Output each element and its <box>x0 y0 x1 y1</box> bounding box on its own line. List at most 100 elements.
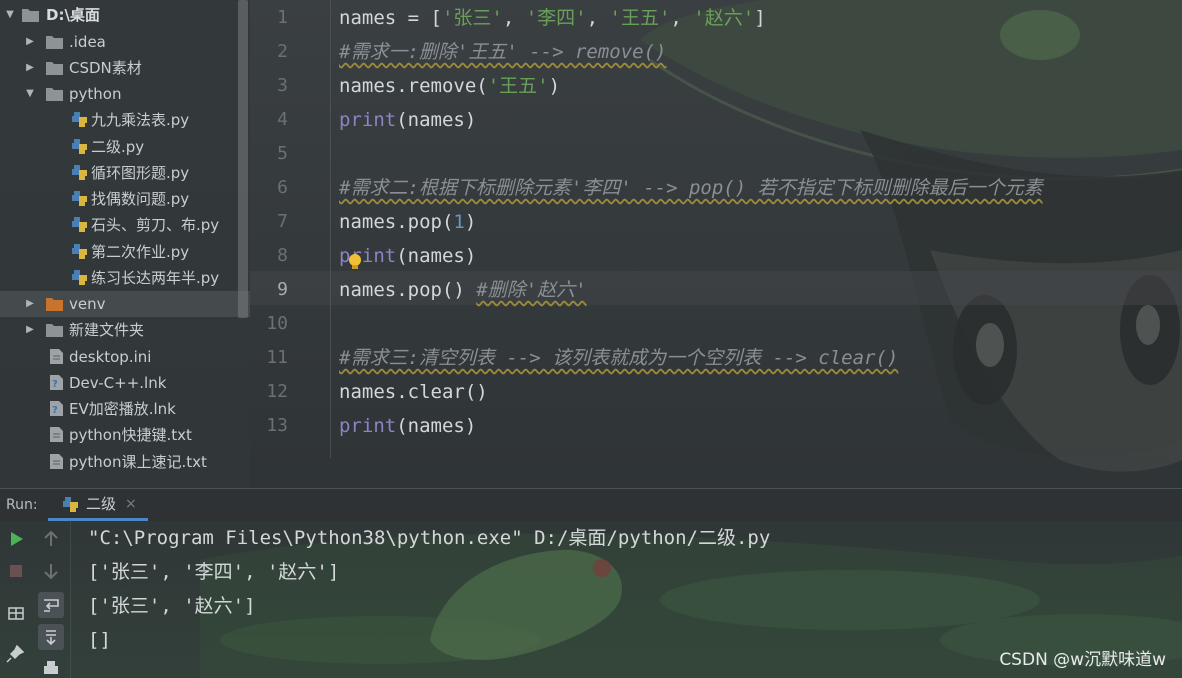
tree-root[interactable]: ▼ D:\桌面 <box>0 2 250 28</box>
tree-item-file[interactable]: 第二次作业.py <box>0 239 250 265</box>
code-line[interactable]: names.pop(1) <box>339 205 476 239</box>
tree-item-file[interactable]: desktop.ini <box>0 344 250 370</box>
link-file-icon: ? <box>50 401 63 416</box>
tree-item-venv[interactable]: ▶ venv <box>0 291 250 317</box>
python-file-icon <box>72 191 87 206</box>
chevron-right-icon[interactable]: ▶ <box>24 55 36 81</box>
code-line[interactable]: print(names) <box>339 103 476 137</box>
tree-item-label: 循环图形题.py <box>91 164 190 182</box>
tree-item-label: desktop.ini <box>69 348 152 366</box>
chevron-down-icon[interactable]: ▼ <box>24 81 36 107</box>
run-tab[interactable]: 二级 × <box>48 489 148 521</box>
svg-text:?: ? <box>52 379 58 390</box>
code-token: print <box>339 109 397 131</box>
line-number: 12 <box>266 381 288 402</box>
tree-item-label: venv <box>69 295 106 313</box>
tree-item-file[interactable]: ? EV加密播放.lnk <box>0 396 250 422</box>
line-number: 5 <box>277 143 288 164</box>
tree-item-file[interactable]: 循环图形题.py <box>0 160 250 186</box>
code-line[interactable]: #需求二:根据下标删除元素'李四' --> pop() 若不指定下标则删除最后一… <box>339 171 1043 205</box>
close-icon[interactable]: × <box>125 489 137 519</box>
tree-item-file[interactable]: 九九乘法表.py <box>0 107 250 133</box>
line-number: 13 <box>266 415 288 436</box>
code-line[interactable]: print(names) <box>339 409 476 443</box>
tree-item-file[interactable]: python快捷键.txt <box>0 422 250 448</box>
tree-item-file[interactable]: 练习长达两年半.py <box>0 265 250 291</box>
sidebar-scrollbar[interactable] <box>238 0 248 318</box>
tree-item-file[interactable]: 找偶数问题.py <box>0 186 250 212</box>
code-line[interactable]: names.remove('王五') <box>339 69 560 103</box>
code-token: (names) <box>396 245 477 267</box>
tree-root-label: D:\桌面 <box>46 6 100 24</box>
soft-wrap-icon[interactable] <box>38 592 64 618</box>
text-file-icon <box>50 427 63 442</box>
tree-item-label: EV加密播放.lnk <box>69 400 176 418</box>
code-token: '张三' <box>441 7 503 29</box>
code-token: #需求二:根据下标删除元素'李四' --> pop() 若不指定下标则删除最后一… <box>339 177 1043 199</box>
code-line[interactable]: names = ['张三', '李四', '王五', '赵六'] <box>339 1 766 35</box>
line-number: 1 <box>277 7 288 28</box>
tree-item-python[interactable]: ▼ python <box>0 81 250 107</box>
code-token: #删除'赵六' <box>476 279 587 301</box>
scroll-down-icon[interactable] <box>38 558 64 584</box>
text-file-icon <box>50 349 63 364</box>
code-token: '王五' <box>487 75 549 97</box>
console-line: [] <box>88 629 111 651</box>
tree-item-label: python快捷键.txt <box>69 426 192 444</box>
tree-item-file[interactable]: ? Dev-C++.lnk <box>0 370 250 396</box>
tree-item-new-folder[interactable]: ▶ 新建文件夹 <box>0 317 250 343</box>
chevron-right-icon[interactable]: ▶ <box>24 29 36 55</box>
run-label: Run: <box>6 497 38 513</box>
code-line[interactable]: names.clear() <box>339 375 488 409</box>
tree-item-label: 第二次作业.py <box>91 243 190 261</box>
rerun-icon[interactable] <box>3 526 29 552</box>
python-file-icon <box>72 139 87 154</box>
code-token: ) <box>548 75 561 97</box>
folder-icon <box>46 298 63 311</box>
tree-item-label: 找偶数问题.py <box>91 190 190 208</box>
code-token: names.clear() <box>339 381 488 403</box>
run-panel-header: Run: 二级 × <box>0 488 1182 521</box>
pin-icon[interactable] <box>3 640 29 666</box>
code-token: (names) <box>396 109 477 131</box>
text-file-icon <box>50 454 63 469</box>
code-token: 1 <box>453 211 465 233</box>
tree-item-idea[interactable]: ▶ .idea <box>0 29 250 55</box>
stop-icon[interactable] <box>3 558 29 584</box>
console-line: "C:\Program Files\Python38\python.exe" D… <box>88 527 771 549</box>
print-icon[interactable] <box>38 656 64 678</box>
chevron-right-icon[interactable]: ▶ <box>24 291 36 317</box>
tree-item-csdn[interactable]: ▶ CSDN素材 <box>0 55 250 81</box>
tree-item-file[interactable]: 石头、剪刀、布.py <box>0 212 250 238</box>
line-number: 6 <box>277 177 288 198</box>
code-line[interactable]: #需求三:清空列表 --> 该列表就成为一个空列表 --> clear() <box>339 341 898 375</box>
tree-item-label: 二级.py <box>91 138 145 156</box>
layout-icon[interactable] <box>3 600 29 626</box>
python-file-icon <box>72 270 87 285</box>
watermark: CSDN @w沉默味道w <box>999 650 1166 670</box>
line-number: 4 <box>277 109 288 130</box>
tree-item-file[interactable]: 二级.py <box>0 134 250 160</box>
tree-item-file[interactable]: python课上速记.txt <box>0 449 250 475</box>
folder-icon <box>46 324 63 337</box>
line-number: 8 <box>277 245 288 266</box>
lightbulb-icon[interactable] <box>348 253 362 271</box>
chevron-right-icon[interactable]: ▶ <box>24 317 36 343</box>
console-line: ['张三', '赵六'] <box>88 595 256 617</box>
svg-text:?: ? <box>52 405 58 416</box>
code-line[interactable]: names.pop() #删除'赵六' <box>339 273 587 307</box>
python-file-icon <box>72 217 87 232</box>
scroll-up-icon[interactable] <box>38 526 64 552</box>
ide-window: ▼ D:\桌面 ▶ .idea ▶ CSDN素材 ▼ python 九九乘法表.… <box>0 0 1182 678</box>
editor-gutter[interactable]: 1 2 3 4 5 6 7 8 9 10 11 12 13 <box>250 0 331 458</box>
line-number: 10 <box>266 313 288 334</box>
chevron-down-icon[interactable]: ▼ <box>4 2 16 28</box>
run-toolbar <box>0 520 71 678</box>
scroll-to-end-icon[interactable] <box>38 624 64 650</box>
code-token: (names) <box>396 415 477 437</box>
code-line[interactable]: #需求一:删除'王五' --> remove() <box>339 35 666 69</box>
code-editor[interactable]: 1 2 3 4 5 6 7 8 9 10 11 12 13 names = ['张三', '李四', '… <box>250 0 1182 458</box>
code-token: names = [ <box>339 7 442 29</box>
folder-icon <box>46 36 63 49</box>
line-number: 9 <box>277 279 288 300</box>
